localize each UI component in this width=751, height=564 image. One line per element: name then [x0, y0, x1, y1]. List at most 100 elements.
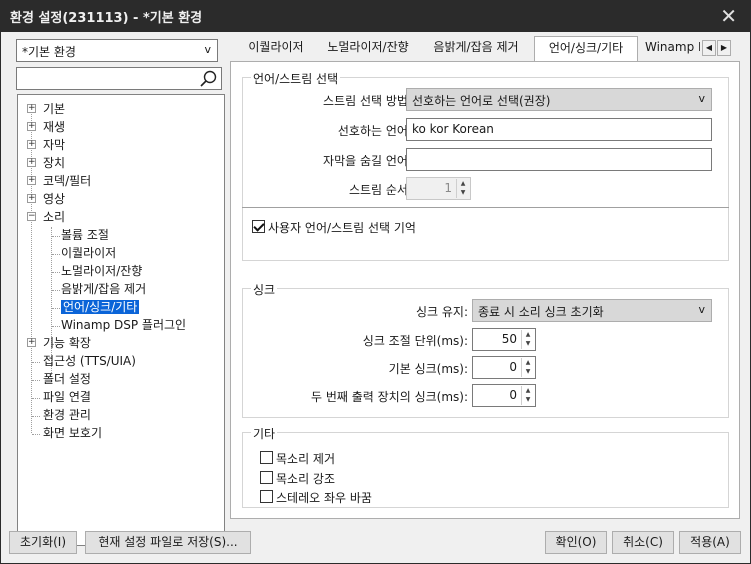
apply-button[interactable]: 적용(A): [679, 531, 741, 554]
sync-step-label: 싱크 조절 단위(ms):: [362, 334, 468, 348]
dialog-client: *기본 환경 v + 기본 + 재생 + 자막 + 장치 + 코덱/필터 + 영상 − 소리 …: [1, 32, 750, 563]
remember-checkbox[interactable]: [252, 220, 265, 233]
tree-item-label-selected: 언어/싱크/기타: [61, 300, 140, 314]
tree-item-folders[interactable]: 폴더 설정: [43, 370, 91, 388]
save-file-button[interactable]: 현재 설정 파일로 저장(S)...: [85, 531, 251, 554]
method-select[interactable]: 선호하는 언어로 선택(권장) v: [406, 88, 712, 111]
tree-item-basic[interactable]: + 기본: [27, 100, 65, 118]
tree-item-video[interactable]: + 영상: [27, 190, 65, 208]
default-sync-stepper[interactable]: 0 ▲ ▼: [472, 356, 536, 379]
tree-item-language-sync[interactable]: 언어/싱크/기타: [61, 298, 140, 316]
tab-noise[interactable]: 음밝게/잡음 제거: [420, 36, 532, 59]
collapse-icon[interactable]: −: [27, 212, 36, 221]
tab-winamp[interactable]: Winamp D: [640, 36, 700, 59]
expand-icon[interactable]: +: [27, 122, 36, 131]
tree-item-screensaver[interactable]: 화면 보호기: [43, 424, 102, 442]
tab-next-icon[interactable]: ▶: [717, 40, 731, 56]
hide-sub-label: 자막을 숨길 언어:: [323, 154, 412, 168]
keep-sync-value: 종료 시 소리 싱크 초기화: [478, 305, 604, 319]
order-stepper[interactable]: 1 ▲ ▼: [406, 177, 471, 200]
expand-icon[interactable]: +: [27, 104, 36, 113]
preset-value: *기본 환경: [22, 45, 76, 59]
tab-equalizer[interactable]: 이퀄라이저: [236, 36, 316, 59]
tree-item-volume[interactable]: 볼륨 조절: [61, 226, 109, 244]
tree-item-label: 기능 확장: [43, 336, 91, 350]
tree-item-extensions[interactable]: + 기능 확장: [27, 334, 91, 352]
preferred-label: 선호하는 언어:: [337, 124, 412, 138]
tree-item-subtitle[interactable]: + 자막: [27, 136, 65, 154]
decrement-icon[interactable]: ▼: [522, 367, 534, 376]
chevron-down-icon: v: [698, 303, 705, 316]
close-icon[interactable]: ✕: [720, 4, 737, 28]
preferred-language-input[interactable]: ko kor Korean: [406, 118, 712, 141]
swap-stereo-checkbox[interactable]: [260, 490, 273, 503]
method-label: 스트림 선택 방법:: [323, 94, 412, 108]
tree-item-label: 이퀄라이저: [61, 246, 117, 260]
expand-icon[interactable]: +: [27, 140, 36, 149]
tab-prev-icon[interactable]: ◀: [702, 40, 716, 56]
expand-icon[interactable]: +: [27, 176, 36, 185]
tree-item-label: 접근성 (TTS/UIA): [43, 354, 136, 368]
increment-icon[interactable]: ▲: [457, 179, 469, 188]
second-device-sync-value: 0: [509, 388, 517, 402]
expand-icon[interactable]: +: [27, 338, 36, 347]
remember-label: 사용자 언어/스트림 선택 기억: [268, 221, 416, 235]
boost-voice-checkbox[interactable]: [260, 471, 273, 484]
tree-item-label: 화면 보호기: [43, 426, 103, 440]
chevron-down-icon: v: [698, 92, 705, 105]
second-device-sync-stepper[interactable]: 0 ▲ ▼: [472, 384, 536, 407]
tree-item-label: 파일 연결: [43, 390, 91, 404]
decrement-icon[interactable]: ▼: [522, 395, 534, 404]
tree-item-label: 코덱/필터: [43, 174, 92, 188]
keep-sync-label: 싱크 유지:: [415, 305, 468, 319]
tree-item-normalizer[interactable]: 노멀라이저/잔향: [61, 262, 142, 280]
decrement-icon[interactable]: ▼: [522, 339, 534, 348]
increment-icon[interactable]: ▲: [522, 358, 534, 367]
chevron-down-icon: v: [204, 43, 211, 56]
tree-item-codec[interactable]: + 코덱/필터: [27, 172, 91, 190]
search-icon[interactable]: [198, 69, 220, 90]
title-bar: 환경 설정(231113) - *기본 환경 ✕: [0, 0, 751, 32]
search-input[interactable]: [16, 67, 222, 90]
keep-sync-select[interactable]: 종료 시 소리 싱크 초기화 v: [472, 299, 712, 322]
order-label: 스트림 순서:: [348, 183, 412, 197]
increment-icon[interactable]: ▲: [522, 386, 534, 395]
swap-stereo-label: 스테레오 좌우 바꿈: [276, 491, 372, 505]
preferred-value: ko kor Korean: [412, 122, 494, 136]
sync-step-stepper[interactable]: 50 ▲ ▼: [472, 328, 536, 351]
tree-item-file-assoc[interactable]: 파일 연결: [43, 388, 91, 406]
preset-combo[interactable]: *기본 환경 v: [16, 39, 218, 62]
settings-tree[interactable]: + 기본 + 재생 + 자막 + 장치 + 코덱/필터 + 영상 − 소리 볼륨 조절 이퀄라…: [17, 94, 225, 546]
increment-icon[interactable]: ▲: [522, 330, 534, 339]
default-sync-value: 0: [509, 360, 517, 374]
tree-item-noise[interactable]: 음밝게/잡음 제거: [61, 280, 146, 298]
expand-icon[interactable]: +: [27, 158, 36, 167]
tree-item-playback[interactable]: + 재생: [27, 118, 65, 136]
ok-button[interactable]: 확인(O): [545, 531, 607, 554]
tree-item-equalizer[interactable]: 이퀄라이저: [61, 244, 116, 262]
tree-item-profiles[interactable]: 환경 관리: [43, 406, 91, 424]
hide-subtitle-input[interactable]: [406, 148, 712, 171]
stream-group: 언어/스트림 선택 스트림 선택 방법: 선호하는 언어로 선택(권장) v 선…: [242, 70, 729, 261]
window-title: 환경 설정(231113) - *기본 환경: [10, 11, 203, 26]
tree-item-label: 기본: [43, 102, 66, 116]
second-device-sync-label: 두 번째 출력 장치의 싱크(ms):: [310, 390, 468, 404]
tree-item-label: 영상: [43, 192, 66, 206]
tree-item-device[interactable]: + 장치: [27, 154, 65, 172]
tree-item-label: 자막: [43, 138, 66, 152]
tree-item-label: 볼륨 조절: [61, 228, 109, 242]
reset-button[interactable]: 초기화(I): [9, 531, 77, 554]
tree-item-winamp-dsp[interactable]: Winamp DSP 플러그인: [61, 316, 186, 334]
expand-icon[interactable]: +: [27, 194, 36, 203]
remove-voice-checkbox[interactable]: [260, 451, 273, 464]
tree-item-accessibility[interactable]: 접근성 (TTS/UIA): [43, 352, 136, 370]
decrement-icon[interactable]: ▼: [457, 188, 469, 197]
tab-normalizer[interactable]: 노멀라이저/잔향: [316, 36, 420, 59]
remove-voice-label: 목소리 제거: [276, 452, 336, 466]
sync-group: 싱크 싱크 유지: 종료 시 소리 싱크 초기화 v 싱크 조절 단위(ms):…: [242, 281, 729, 418]
sync-group-legend: 싱크: [251, 281, 278, 298]
tree-item-label: Winamp DSP 플러그인: [61, 318, 187, 332]
tab-language-sync[interactable]: 언어/싱크/기타: [534, 36, 638, 61]
tree-item-sound[interactable]: − 소리: [27, 208, 65, 226]
cancel-button[interactable]: 취소(C): [612, 531, 674, 554]
